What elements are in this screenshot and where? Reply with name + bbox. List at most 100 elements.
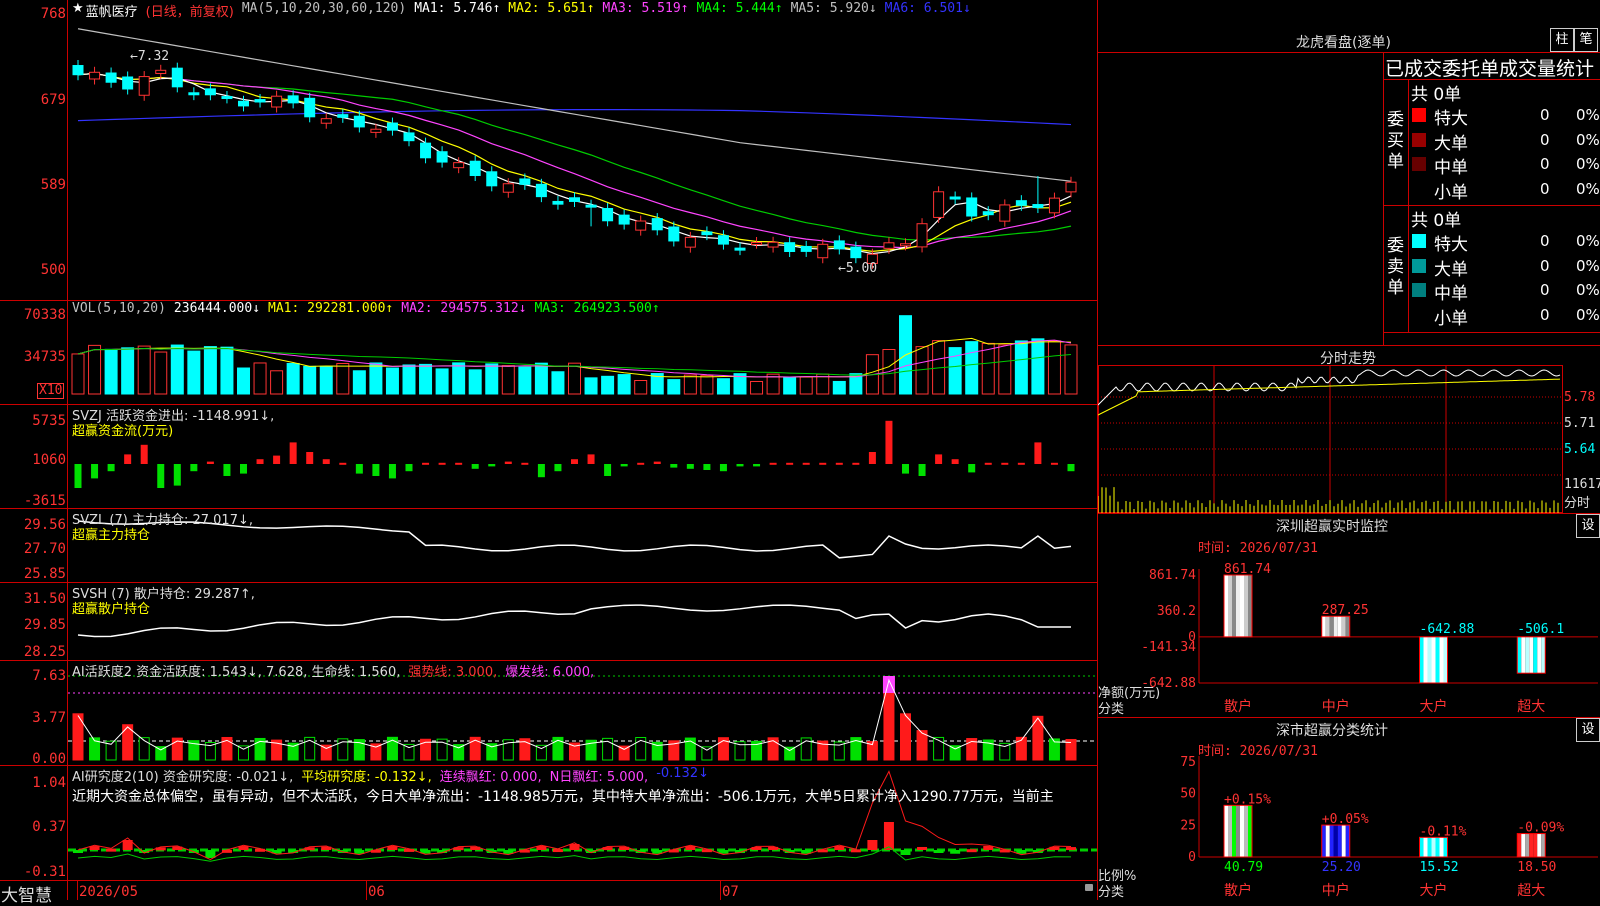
vol-tick: 34735 — [23, 349, 66, 365]
fund-flow-bar — [471, 464, 479, 469]
bar-大户 — [1419, 836, 1449, 858]
volume-bar — [948, 347, 962, 395]
order-pct: 0% — [1576, 130, 1600, 149]
vol-title-row: VOL(5,10,20) 236444.000↓ MA1: 292281.000… — [72, 301, 660, 316]
monitor-chart-svg[interactable]: 861.74360.20-141.34-642.88861.74散户287.25… — [1098, 513, 1600, 717]
order-count: 0 — [1540, 130, 1550, 149]
candle-body — [386, 122, 398, 131]
ma6-line — [77, 109, 1072, 126]
chart-tick-label: 75 — [1180, 755, 1196, 770]
date-label: 07 — [722, 884, 739, 900]
intraday-panel[interactable]: 分时走势 5.78 5.71 5.64 11617 分时 — [1098, 345, 1600, 513]
price-tick: 589 — [40, 177, 66, 193]
high-price-label: ←7.32 — [130, 49, 170, 64]
volume-bar — [419, 363, 433, 395]
volume-bar — [369, 362, 383, 395]
bar-ratio-label: 40.79 — [1224, 860, 1263, 875]
favorite-star-icon[interactable]: ★ — [72, 1, 84, 20]
bar-mode-button[interactable]: 柱 — [1550, 28, 1574, 52]
kline-area[interactable]: 768 679 589 500 70338 34735 X10 5735 106… — [0, 0, 1098, 906]
research-bar — [933, 850, 944, 853]
candle-body — [304, 97, 316, 118]
order-count: 0 — [1540, 281, 1550, 299]
volume-bar — [667, 379, 681, 395]
ma2-value: MA2: 5.651↑ — [508, 1, 595, 16]
fund-flow-bar — [388, 464, 396, 479]
period-label[interactable]: (日线，前复权) — [146, 1, 234, 20]
candle-body — [469, 160, 481, 177]
volume-bar — [799, 376, 813, 395]
candle-body — [635, 220, 647, 231]
volume-bar — [501, 365, 515, 395]
volume-bar — [485, 363, 499, 395]
volume-bar — [203, 346, 217, 395]
order-color-swatch — [1412, 258, 1426, 273]
order-pct: 0% — [1576, 256, 1600, 275]
ai-research-tick: -0.31 — [23, 864, 66, 880]
order-pct: 0% — [1576, 232, 1600, 250]
fund-flow-bar — [537, 464, 545, 478]
chart-tick-label: -141.34 — [1141, 640, 1196, 655]
candle-body — [701, 231, 713, 236]
volume-bar — [435, 368, 449, 395]
price-tick: 500 — [40, 262, 66, 278]
classify-chart-svg[interactable]: 75 50 25 0 +0.15% 散户 40.79 +0.05% 中户 25.20 -0.11% 大… — [1098, 717, 1600, 900]
fund-flow-bar — [653, 461, 661, 464]
lock-icon[interactable] — [1085, 884, 1093, 891]
candle-body — [271, 95, 283, 108]
fund-flow-bar — [206, 461, 214, 464]
fund-flow-bar — [521, 462, 529, 465]
candle-body — [1032, 204, 1044, 209]
bar-大户 — [1419, 636, 1449, 684]
vol-ma1: MA1: 292281.000↑ — [268, 301, 394, 316]
vol-value: 236444.000↓ — [173, 301, 261, 316]
order-color-swatch — [1412, 283, 1426, 297]
order-pct: 0% — [1576, 179, 1600, 198]
fund-flow-bar — [74, 464, 82, 488]
low-price-label: ←5.00 — [838, 261, 878, 276]
kline-chart-svg[interactable] — [68, 0, 1097, 880]
volume-bar — [402, 364, 416, 395]
order-count: 0 — [1540, 106, 1550, 124]
research-bar — [685, 846, 696, 850]
candle-body — [171, 67, 183, 88]
fund-flow-bar — [223, 464, 231, 476]
fund-flow-bar — [868, 452, 876, 464]
volume-bar — [270, 370, 284, 395]
intraday-chart-svg[interactable] — [1098, 365, 1600, 513]
classify-panel: 深市超赢分类统计 设 时间: 2026/07/31 比例% 分类 75 50 25 0… — [1098, 717, 1600, 900]
volume-bar — [253, 362, 267, 395]
order-count: 0 — [1540, 232, 1550, 250]
research-bar — [205, 850, 216, 858]
candle-body — [287, 95, 299, 104]
tick-mode-button[interactable]: 笔 — [1574, 28, 1598, 52]
intraday-tick: 5.71 — [1564, 416, 1596, 431]
bar-category-label: 中户 — [1322, 882, 1350, 899]
fund-flow-bar — [719, 464, 727, 472]
volume-bar — [534, 362, 548, 395]
candle-body — [502, 183, 514, 193]
candle-body — [138, 76, 150, 96]
brand-logo[interactable]: 大智慧 — [1, 881, 52, 906]
bar-category-label: 超大 — [1517, 883, 1545, 899]
buy-orders-label: 委买单 — [1387, 110, 1404, 172]
svzj-tick: 1060 — [32, 452, 66, 468]
ai-research-continuous: 连续飘红: 0.000, — [439, 770, 542, 785]
research-bar — [834, 846, 845, 850]
order-count: 0 — [1540, 155, 1550, 173]
ai-research-ndays: N日飘红: 5.000, — [549, 770, 649, 785]
candle-body — [933, 191, 945, 218]
volume-bar — [237, 367, 250, 395]
research-bar — [850, 849, 861, 853]
fund-flow-bar — [240, 464, 247, 474]
svzj-tick: 5735 — [32, 413, 66, 429]
fund-flow-bar — [190, 464, 198, 472]
dragon-tiger-panel: 龙虎看盘(逐单) 柱 笔 已成交委托单成交量统计 委买单 委卖单 共 0单 共 … — [1098, 0, 1600, 345]
volume-bar — [352, 370, 366, 395]
candle-body — [535, 183, 547, 198]
fund-flow-bar — [504, 461, 512, 464]
research-bar — [867, 840, 878, 850]
bar-value-label: 861.74 — [1224, 562, 1271, 577]
fund-flow-bar — [1034, 442, 1042, 464]
volume-bar — [617, 374, 631, 395]
